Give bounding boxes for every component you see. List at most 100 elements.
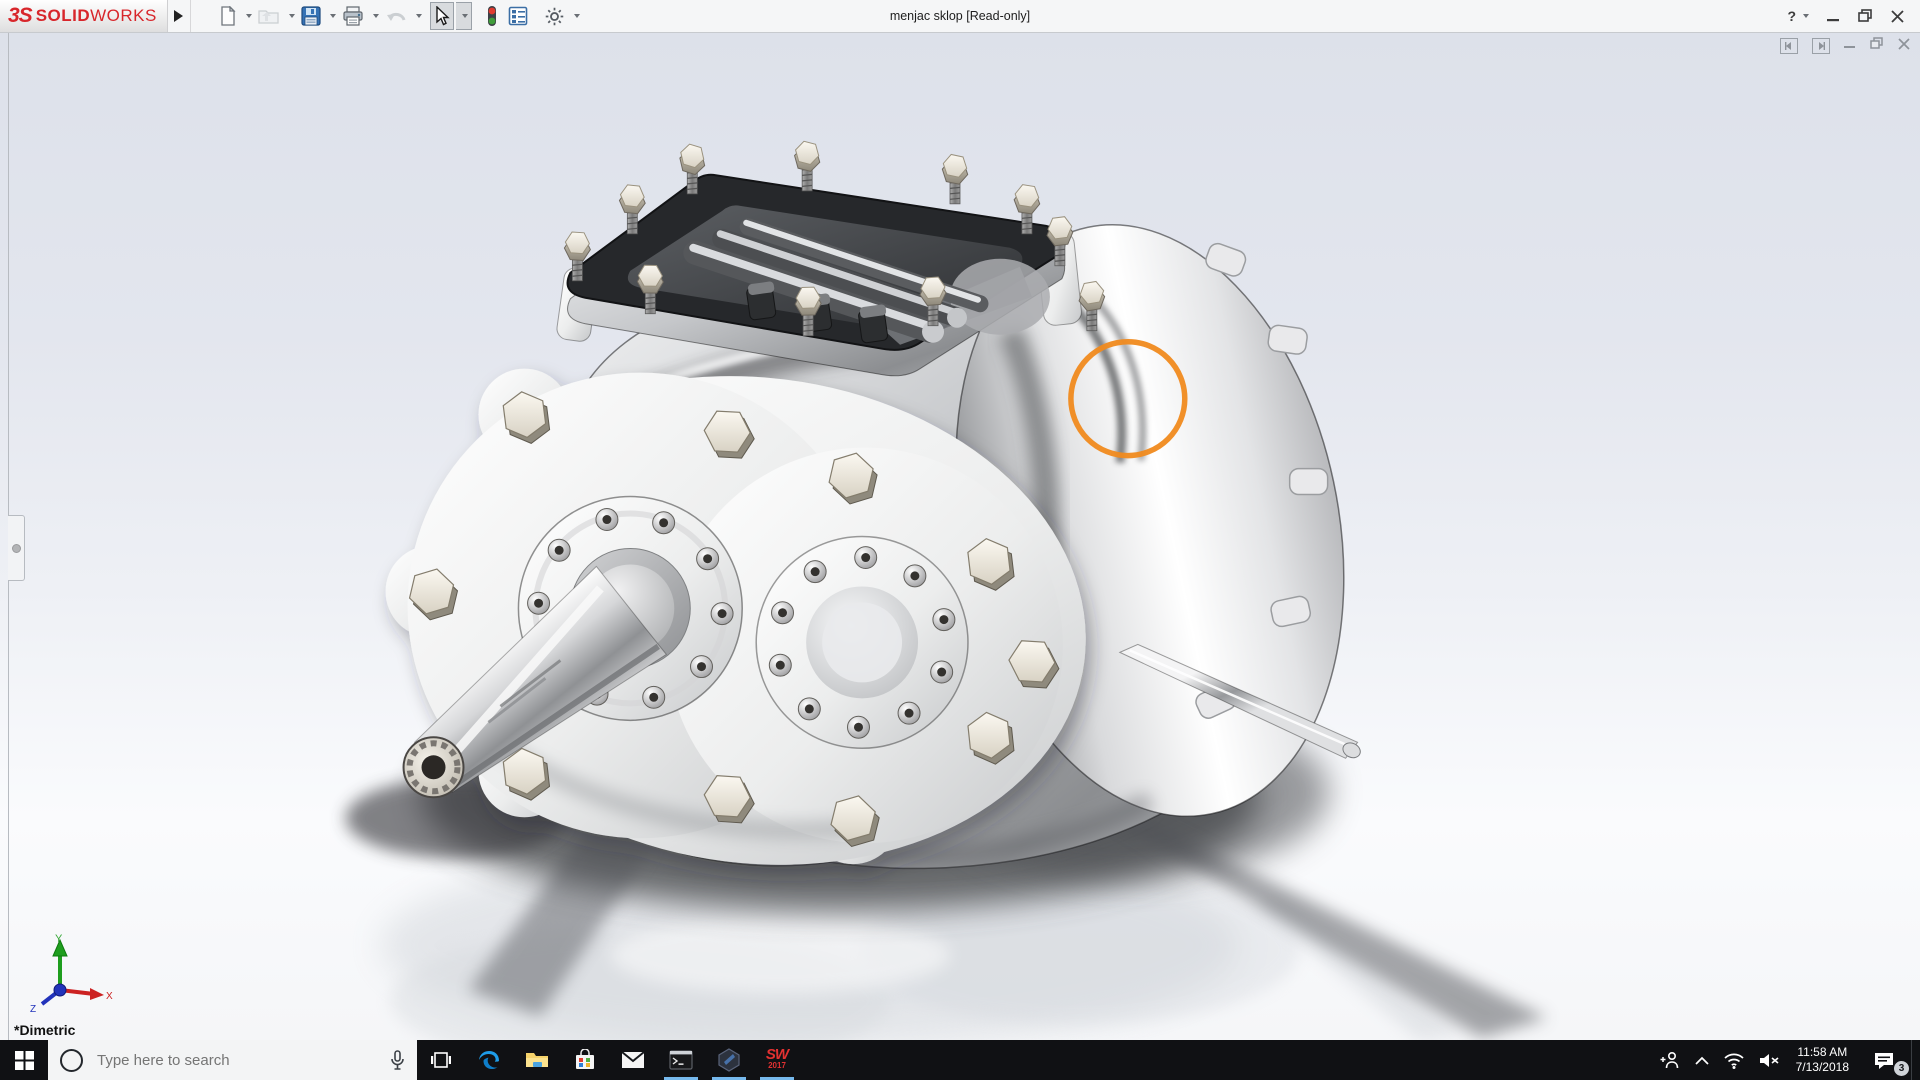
close-button[interactable] [1891, 9, 1904, 23]
select-tool-button[interactable] [429, 2, 454, 30]
hexagon-app-icon [718, 1048, 740, 1072]
restore-icon [1858, 9, 1872, 22]
solidworks-app-year: 2017 [768, 1061, 786, 1070]
tray-date: 7/13/2018 [1795, 1060, 1849, 1074]
edge-button[interactable] [465, 1040, 513, 1080]
undo-icon [386, 12, 406, 21]
hexagon-app-button[interactable] [705, 1040, 753, 1080]
undo-dropdown-caret[interactable] [415, 14, 422, 18]
graphics-area[interactable]: Y X Z *Dimetric [0, 33, 1920, 1040]
show-desktop-button[interactable] [1911, 1040, 1920, 1080]
volume-button[interactable] [1752, 1040, 1788, 1080]
orientation-triad: Y X Z [30, 933, 113, 1012]
design-checker-icon [508, 6, 528, 26]
solidworks-app-icon: SW [765, 1046, 789, 1063]
bearing-cover [755, 535, 969, 750]
traffic-light-button[interactable] [482, 2, 502, 30]
solidworks-window: 3S SOLIDWORKS menjac sklop [Read-only] ?… [0, 0, 1920, 1080]
open-dropdown-caret[interactable] [288, 14, 295, 18]
socket-screw [690, 655, 713, 679]
clock[interactable]: 11:58 AM 7/13/2018 [1788, 1040, 1857, 1080]
system-tray: 11:58 AM 7/13/2018 3 [1652, 1040, 1920, 1080]
help-dropdown-caret [1803, 14, 1809, 18]
edge-icon [479, 1051, 499, 1069]
store-button[interactable] [561, 1040, 609, 1080]
windows-taskbar: SW 2017 [0, 1040, 1920, 1080]
people-icon [1660, 1051, 1678, 1069]
select-dropdown-caret[interactable] [455, 2, 472, 30]
action-center-button[interactable]: 3 [1857, 1040, 1911, 1080]
brand-text: SOLIDWORKS [35, 6, 157, 25]
socket-screw [930, 660, 954, 684]
socket-screw [710, 602, 734, 626]
socket-screw [547, 538, 571, 562]
triad-z-label: Z [30, 1004, 36, 1012]
mail-button[interactable] [609, 1040, 657, 1080]
socket-screw [932, 608, 956, 632]
socket-screw [803, 560, 827, 584]
chevron-up-icon [1695, 1056, 1709, 1065]
help-button[interactable]: ? [1787, 8, 1809, 24]
new-document-button[interactable] [215, 2, 241, 30]
menu-flyout-arrow[interactable] [168, 0, 191, 32]
task-view-icon [431, 1052, 451, 1068]
store-icon [576, 1049, 594, 1069]
design-checker-button[interactable] [504, 2, 532, 30]
socket-screw [897, 701, 921, 725]
minimize-button[interactable] [1827, 10, 1840, 23]
close-icon [1891, 9, 1904, 23]
print-dropdown-caret[interactable] [372, 14, 379, 18]
network-button[interactable] [1716, 1040, 1752, 1080]
save-button[interactable] [297, 2, 325, 30]
socket-screw [854, 546, 878, 570]
restore-button[interactable] [1858, 9, 1873, 23]
select-cursor-icon [436, 6, 450, 26]
socket-screw [642, 685, 666, 709]
window-controls: ? [1787, 8, 1920, 24]
start-button[interactable] [0, 1040, 48, 1080]
socket-screw [595, 508, 619, 532]
socket-screw [652, 511, 676, 535]
search-input[interactable] [95, 1050, 378, 1070]
socket-screw [527, 591, 551, 615]
mail-icon [621, 1051, 645, 1068]
microphone-icon [391, 1050, 404, 1070]
socket-screw [768, 653, 792, 677]
help-icon: ? [1787, 8, 1796, 24]
open-folder-icon [258, 10, 279, 24]
file-explorer-button[interactable] [513, 1040, 561, 1080]
new-dropdown-caret[interactable] [245, 14, 252, 18]
task-view-button[interactable] [417, 1040, 465, 1080]
title-bar: 3S SOLIDWORKS menjac sklop [Read-only] ? [0, 0, 1920, 33]
command-prompt-icon [669, 1050, 693, 1070]
stud-bolt [941, 153, 969, 205]
cortana-icon [60, 1048, 83, 1072]
command-prompt-button[interactable] [657, 1040, 705, 1080]
people-button[interactable] [1652, 1040, 1688, 1080]
solidworks-taskbar-button[interactable]: SW 2017 [753, 1040, 801, 1080]
socket-screw [903, 564, 927, 588]
print-icon [343, 6, 363, 26]
open-button[interactable] [254, 2, 284, 30]
save-floppy-icon [301, 6, 321, 26]
viewport-canvas[interactable] [0, 33, 1920, 1040]
stud-bolt [794, 140, 821, 192]
view-orientation-label: *Dimetric [14, 1022, 76, 1038]
hidden-icons-button[interactable] [1688, 1040, 1716, 1080]
options-dropdown-caret[interactable] [573, 14, 580, 18]
volume-muted-icon [1759, 1053, 1779, 1067]
play-arrow-icon [174, 10, 184, 22]
solidworks-logo: 3S SOLIDWORKS [0, 0, 168, 32]
print-button[interactable] [338, 2, 368, 30]
taskbar-search[interactable] [48, 1040, 417, 1080]
socket-screw [696, 547, 720, 571]
windows-logo-icon [14, 1050, 34, 1070]
undo-button[interactable] [381, 2, 411, 30]
save-dropdown-caret[interactable] [329, 14, 336, 18]
options-button[interactable] [540, 2, 569, 30]
tray-time: 11:58 AM [1797, 1045, 1848, 1059]
standard-toolbar [215, 2, 580, 30]
file-explorer-icon [526, 1053, 548, 1067]
minimize-icon [1827, 18, 1839, 21]
notifications-icon [1875, 1052, 1893, 1069]
